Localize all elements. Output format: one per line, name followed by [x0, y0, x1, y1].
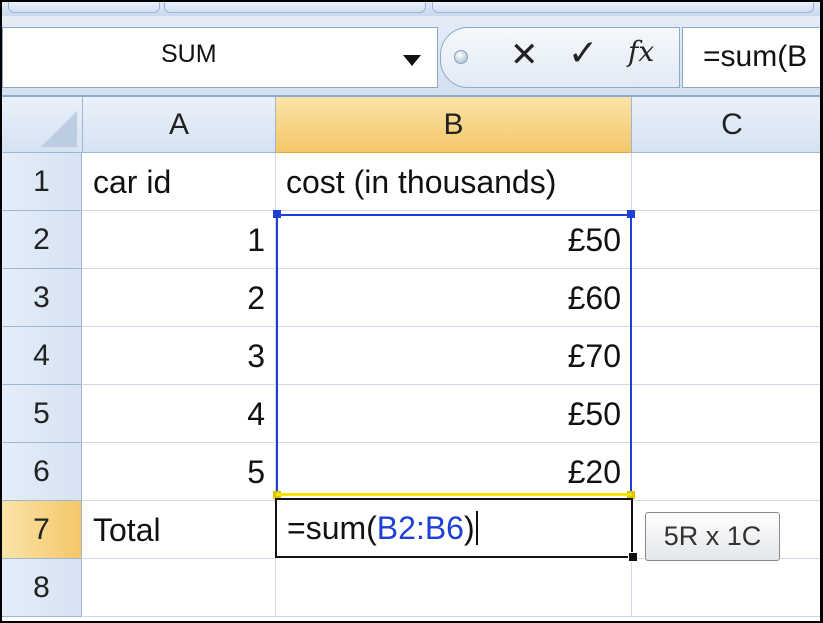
cell-b7-editor[interactable]: =sum(B2:B6)	[275, 498, 633, 558]
cell-c6[interactable]	[632, 443, 820, 501]
row-header-1[interactable]: 1	[2, 153, 82, 211]
cell-a2[interactable]: 1	[83, 211, 276, 269]
select-all-triangle-icon	[41, 111, 77, 147]
insert-function-button[interactable]: fx	[628, 38, 654, 66]
cell-b2[interactable]: £50	[276, 211, 632, 269]
cell-b5[interactable]: £50	[276, 385, 632, 443]
cell-a1[interactable]: car id	[83, 153, 276, 211]
row-header-4[interactable]: 4	[2, 327, 82, 385]
formula-input[interactable]: =sum(B	[682, 27, 820, 88]
spreadsheet-window: SUM ✕ ✓ fx =sum(B A B C 1 car id cost (i…	[2, 2, 820, 621]
range-handle[interactable]	[627, 210, 635, 218]
cell-c2[interactable]	[632, 211, 820, 269]
row-header-7[interactable]: 7	[2, 501, 82, 559]
formula-prefix: =sum(	[287, 510, 377, 546]
cell-c5[interactable]	[632, 385, 820, 443]
row-header-2[interactable]: 2	[2, 211, 82, 269]
resize-handle-icon[interactable]	[454, 50, 468, 64]
cell-c4[interactable]	[632, 327, 820, 385]
column-header-c[interactable]: C	[632, 97, 820, 153]
chevron-down-icon[interactable]	[403, 55, 421, 66]
formula-range-reference: B2:B6	[376, 510, 464, 546]
formula-suffix: )	[463, 510, 475, 546]
cancel-icon[interactable]: ✕	[510, 38, 539, 72]
cell-b4[interactable]: £70	[276, 327, 632, 385]
cell-a5[interactable]: 4	[83, 385, 276, 443]
name-box-value: SUM	[161, 40, 217, 68]
column-header-a[interactable]: A	[83, 97, 276, 153]
text-cursor	[475, 511, 478, 545]
checkmark-icon[interactable]: ✓	[568, 36, 598, 72]
cell-c8[interactable]	[632, 559, 820, 617]
formula-input-text: =sum(B	[703, 40, 808, 73]
range-size-tooltip: 5R x 1C	[645, 512, 780, 561]
cell-b1[interactable]: cost (in thousands)	[276, 153, 632, 211]
cell-a7[interactable]: Total	[83, 501, 276, 559]
row-header-5[interactable]: 5	[2, 385, 82, 443]
fill-handle[interactable]	[628, 552, 638, 562]
ribbon-group-edge	[8, 2, 160, 13]
cell-c3[interactable]	[632, 269, 820, 327]
cell-b3[interactable]: £60	[276, 269, 632, 327]
row-header-6[interactable]: 6	[2, 443, 82, 501]
cell-c1[interactable]	[632, 153, 820, 211]
ribbon-group-edge	[432, 2, 814, 13]
cell-b8[interactable]	[276, 559, 632, 617]
cell-a4[interactable]: 3	[83, 327, 276, 385]
formula-bar: SUM ✕ ✓ fx =sum(B	[2, 16, 820, 97]
column-header-b[interactable]: B	[276, 97, 632, 153]
select-all-button[interactable]	[2, 97, 83, 153]
ribbon-edge	[2, 2, 820, 16]
range-handle[interactable]	[273, 210, 281, 218]
cell-a3[interactable]: 2	[83, 269, 276, 327]
name-box[interactable]: SUM	[2, 27, 438, 88]
active-cell-top-edge	[276, 493, 632, 496]
cell-a8[interactable]	[83, 559, 276, 617]
cell-b7-formula: =sum(B2:B6)	[287, 510, 478, 547]
row-header-3[interactable]: 3	[2, 269, 82, 327]
cell-a6[interactable]: 5	[83, 443, 276, 501]
ribbon-group-edge	[164, 2, 426, 13]
row-header-8[interactable]: 8	[2, 559, 82, 617]
